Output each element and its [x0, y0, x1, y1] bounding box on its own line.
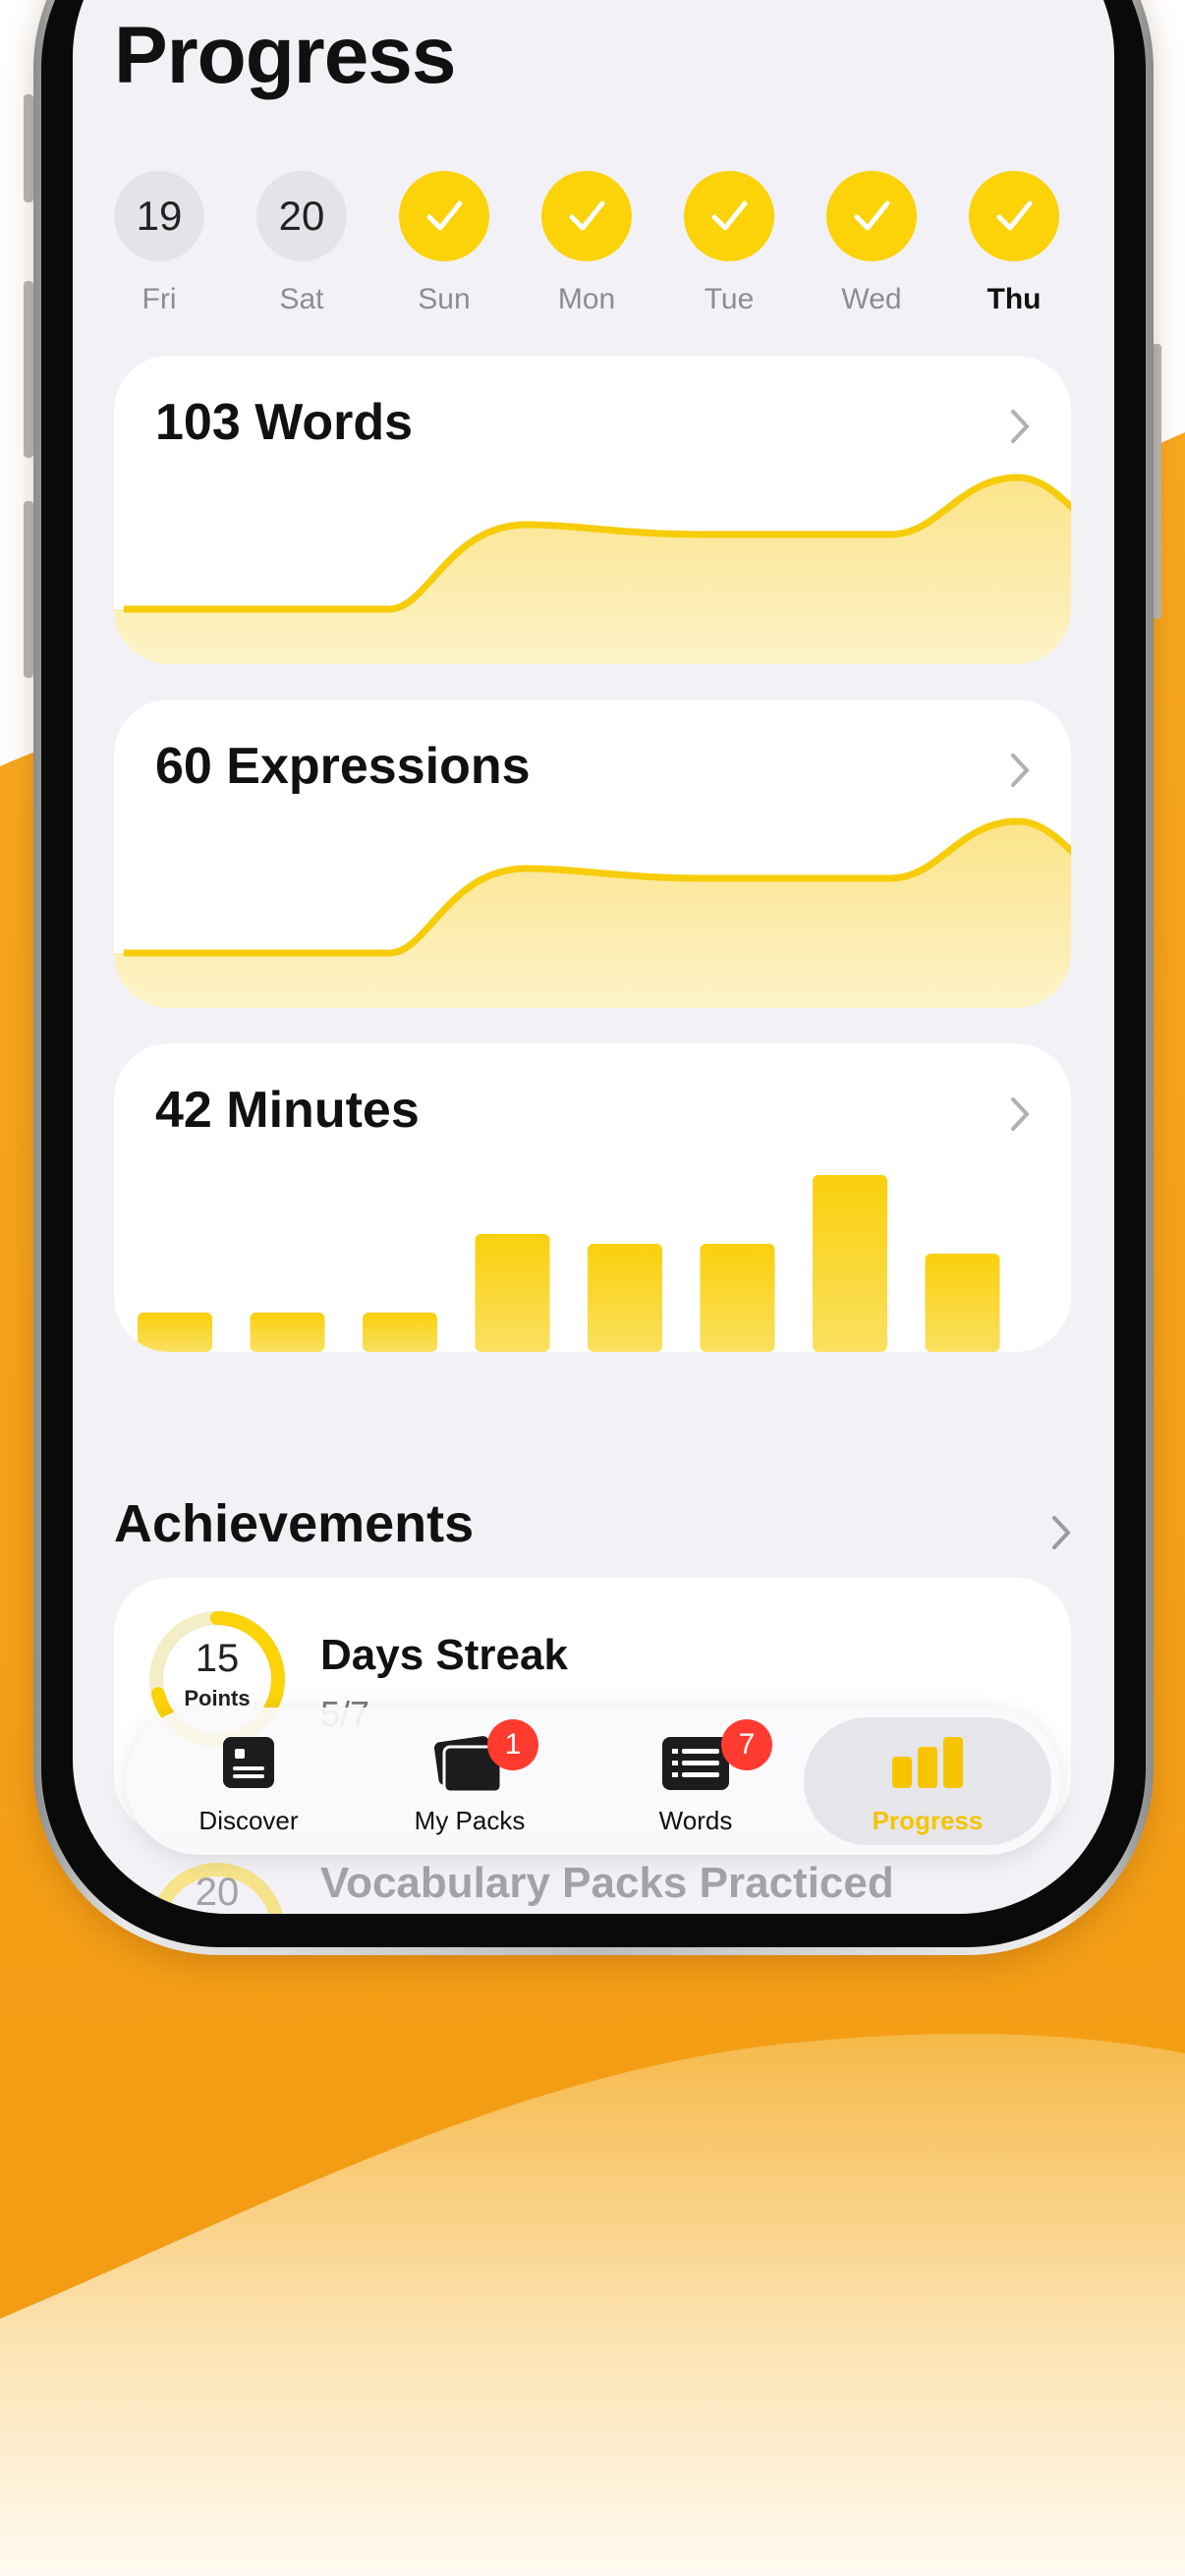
app-screen: Progress 19 Fri 20 Sat Sun Mon Tue Wed Thu 103 W…: [73, 0, 1114, 1914]
checkmark-icon: [399, 171, 489, 261]
minutes-bar: [475, 1234, 550, 1352]
notification-badge: 7: [721, 1719, 772, 1770]
tab-words[interactable]: 7 Words: [597, 1708, 794, 1855]
day-tue: Tue: [684, 171, 774, 316]
checkmark-icon: [969, 171, 1059, 261]
day-label: Sat: [279, 283, 324, 315]
chevron-right-icon: [1011, 1097, 1030, 1131]
expressions-card[interactable]: 60 Expressions: [114, 700, 1071, 1008]
achievements-title: Achievements: [114, 1494, 475, 1553]
phone-side-button: [24, 281, 33, 458]
minutes-bar: [588, 1244, 662, 1352]
tab-label: Words: [658, 1806, 733, 1835]
tab-label: My Packs: [414, 1806, 526, 1835]
day-sat: 20 Sat: [256, 171, 347, 316]
day-number: 19: [114, 171, 204, 261]
words-card-title: 103 Words: [155, 394, 414, 451]
tab-progress[interactable]: Progress: [804, 1708, 1051, 1855]
checkmark-icon: [826, 171, 917, 261]
achievement-vocabulary-packs[interactable]: 20 Vocabulary Packs Practiced: [114, 1857, 1071, 1914]
day-label: Wed: [841, 283, 902, 315]
day-sun: Sun: [399, 171, 489, 316]
minutes-bar: [700, 1244, 775, 1352]
achievements-chevron-icon[interactable]: [1049, 1513, 1073, 1552]
tab-discover[interactable]: Discover: [155, 1708, 342, 1855]
minutes-bar: [250, 1313, 325, 1352]
day-label: Thu: [987, 283, 1042, 315]
achievement-points: 20: [195, 1871, 240, 1914]
day-mon: Mon: [541, 171, 632, 316]
minutes-bar: [813, 1175, 887, 1352]
chevron-right-icon: [1011, 410, 1030, 443]
day-label: Mon: [557, 283, 616, 315]
tab-my-packs[interactable]: 1 My Packs: [371, 1708, 568, 1855]
achievement-name: Vocabulary Packs Practiced: [320, 1859, 894, 1907]
tab-label: Discover: [198, 1806, 299, 1835]
tab-label: Progress: [872, 1806, 984, 1835]
day-label: Fri: [141, 283, 177, 315]
notification-badge: 1: [487, 1719, 538, 1770]
minutes-card-title: 42 Minutes: [155, 1082, 420, 1139]
chevron-right-icon: [1011, 754, 1030, 787]
words-card[interactable]: 103 Words: [114, 356, 1071, 664]
day-label: Tue: [704, 283, 755, 315]
day-fri: 19 Fri: [114, 171, 204, 316]
minutes-bar: [363, 1313, 437, 1352]
checkmark-icon: [541, 171, 632, 261]
discover-icon: [223, 1737, 274, 1788]
phone-side-button: [24, 94, 33, 202]
progress-icon: [892, 1737, 963, 1788]
phone-side-button: [24, 501, 33, 678]
checkmark-icon: [684, 171, 774, 261]
minutes-bar: [138, 1313, 212, 1352]
minutes-card[interactable]: 42 Minutes: [114, 1043, 1071, 1352]
tab-bar: Discover 1 My Packs 7 Words Progress: [126, 1708, 1061, 1855]
achievement-name: Days Streak: [320, 1631, 568, 1679]
day-number: 20: [256, 171, 347, 261]
minutes-bar: [925, 1254, 1000, 1352]
achievement-points: 15: [195, 1637, 240, 1680]
expressions-card-title: 60 Expressions: [155, 738, 531, 795]
day-wed: Wed: [826, 171, 917, 316]
page-title: Progress: [114, 11, 457, 100]
day-label: Sun: [418, 283, 471, 315]
day-thu: Thu: [969, 171, 1059, 316]
